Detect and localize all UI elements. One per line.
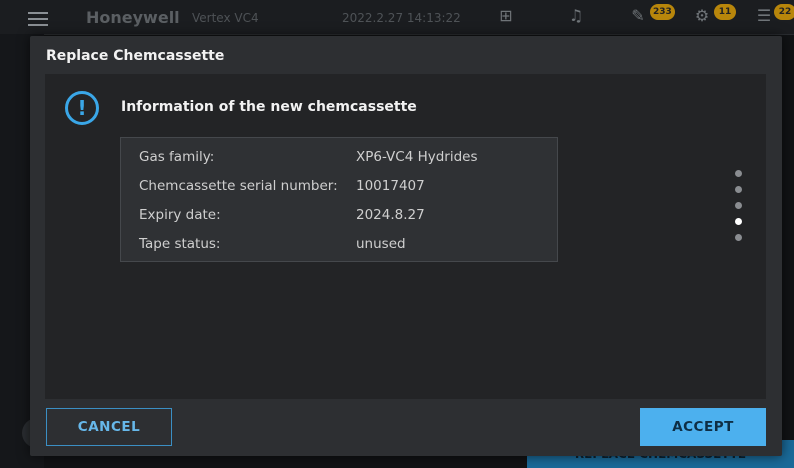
info-heading: Information of the new chemcassette (121, 99, 417, 115)
bell-icon[interactable]: ♫ (566, 6, 586, 26)
page-dot[interactable] (735, 234, 742, 241)
status-grid-icon[interactable]: ⊞ (496, 6, 516, 26)
row-value: XP6-VC4 Hydrides (356, 149, 478, 165)
page-dot-active[interactable] (735, 218, 742, 225)
dialog-body: ! Information of the new chemcassette Ga… (45, 74, 766, 399)
row-value: 2024.8.27 (356, 207, 425, 223)
row-value: 10017407 (356, 178, 425, 194)
row-label: Expiry date: (139, 207, 221, 223)
cassette-info-table: Gas family: XP6-VC4 Hydrides Chemcassett… (120, 137, 558, 262)
device-model: Vertex VC4 (192, 11, 259, 25)
row-label: Tape status: (139, 236, 221, 252)
dialog-title: Replace Chemcassette (46, 48, 225, 64)
event-count-badge: 22 (774, 4, 794, 20)
wrench-icon[interactable]: ✎ (628, 6, 648, 26)
list-icon[interactable]: ☰ (754, 6, 774, 26)
page-indicator[interactable] (735, 170, 745, 250)
brand-logo: Honeywell (86, 8, 180, 27)
replace-chemcassette-dialog: Replace Chemcassette ! Information of th… (30, 36, 782, 456)
accept-button[interactable]: ACCEPT (640, 408, 766, 446)
fault-icon[interactable]: ⚙ (692, 6, 712, 26)
fault-count-badge: 11 (714, 4, 736, 20)
alarm-count-badge: 233 (650, 4, 675, 20)
cancel-button[interactable]: CANCEL (46, 408, 172, 446)
menu-icon[interactable] (28, 12, 48, 14)
row-label: Gas family: (139, 149, 215, 165)
datetime: 2022.2.27 14:13:22 (342, 11, 461, 25)
page-dot[interactable] (735, 170, 742, 177)
row-label: Chemcassette serial number: (139, 178, 338, 194)
page-dot[interactable] (735, 202, 742, 209)
info-icon: ! (65, 91, 99, 125)
page-dot[interactable] (735, 186, 742, 193)
app-top-bar: Honeywell Vertex VC4 2022.2.27 14:13:22 … (0, 0, 794, 35)
row-value: unused (356, 236, 406, 252)
